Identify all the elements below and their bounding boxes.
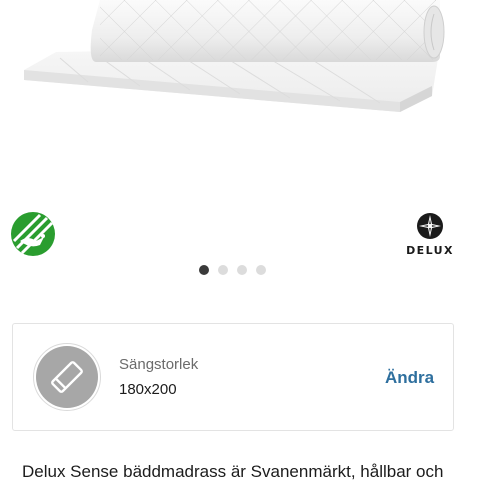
svanen-ecolabel-logo	[10, 211, 56, 257]
bed-size-value: 180x200	[119, 381, 177, 398]
delux-logo-text: DELUX	[406, 244, 454, 257]
delux-star-icon	[417, 213, 443, 239]
carousel-pagination	[199, 265, 266, 275]
carousel-dot[interactable]	[237, 265, 247, 275]
product-image[interactable]	[0, 0, 480, 200]
bed-size-selector[interactable]: Sängstorlek 180x200 Ändra	[12, 323, 454, 431]
svanen-ecolabel-icon	[11, 212, 55, 256]
bed-size-icon-wrapper	[33, 343, 101, 411]
carousel-dot[interactable]	[218, 265, 228, 275]
carousel-dot[interactable]	[199, 265, 209, 275]
product-description: Delux Sense bäddmadrass är Svanenmärkt, …	[22, 462, 444, 480]
bed-size-icon	[36, 346, 98, 408]
delux-brand-logo: DELUX	[404, 212, 456, 258]
bed-size-label: Sängstorlek	[119, 356, 199, 373]
change-size-button[interactable]: Ändra	[385, 368, 434, 388]
mattress-topper-image	[24, 0, 445, 112]
carousel-dot[interactable]	[256, 265, 266, 275]
